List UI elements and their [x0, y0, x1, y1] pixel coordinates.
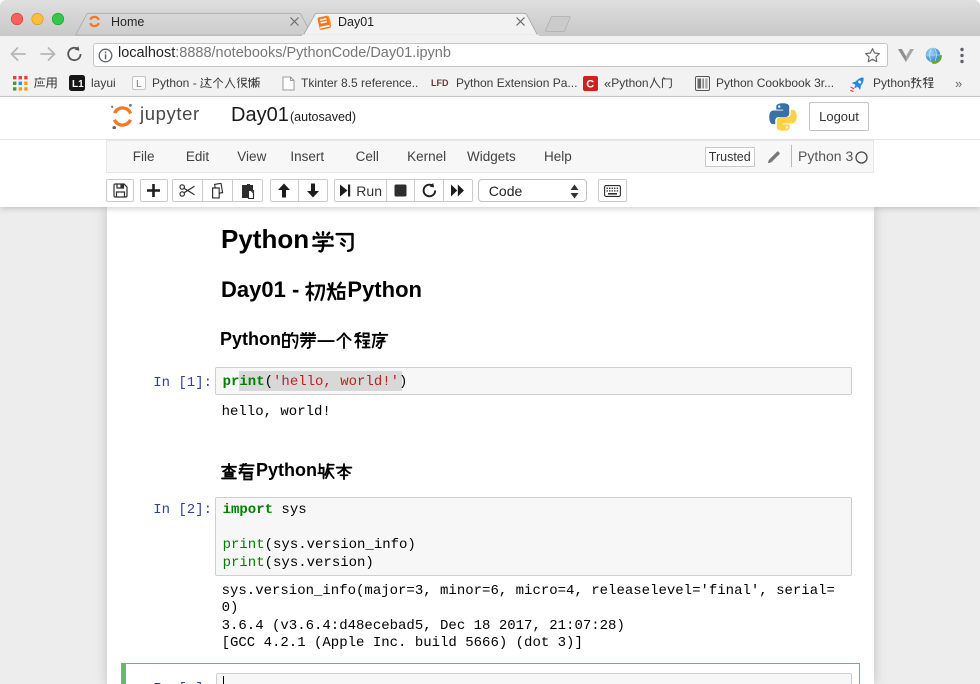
svg-text:Day01: Day01	[338, 15, 374, 29]
svg-text:Home: Home	[111, 15, 144, 29]
svg-text:L1: L1	[72, 79, 84, 90]
svg-text:C: C	[586, 78, 594, 90]
svg-text:L: L	[136, 78, 142, 90]
